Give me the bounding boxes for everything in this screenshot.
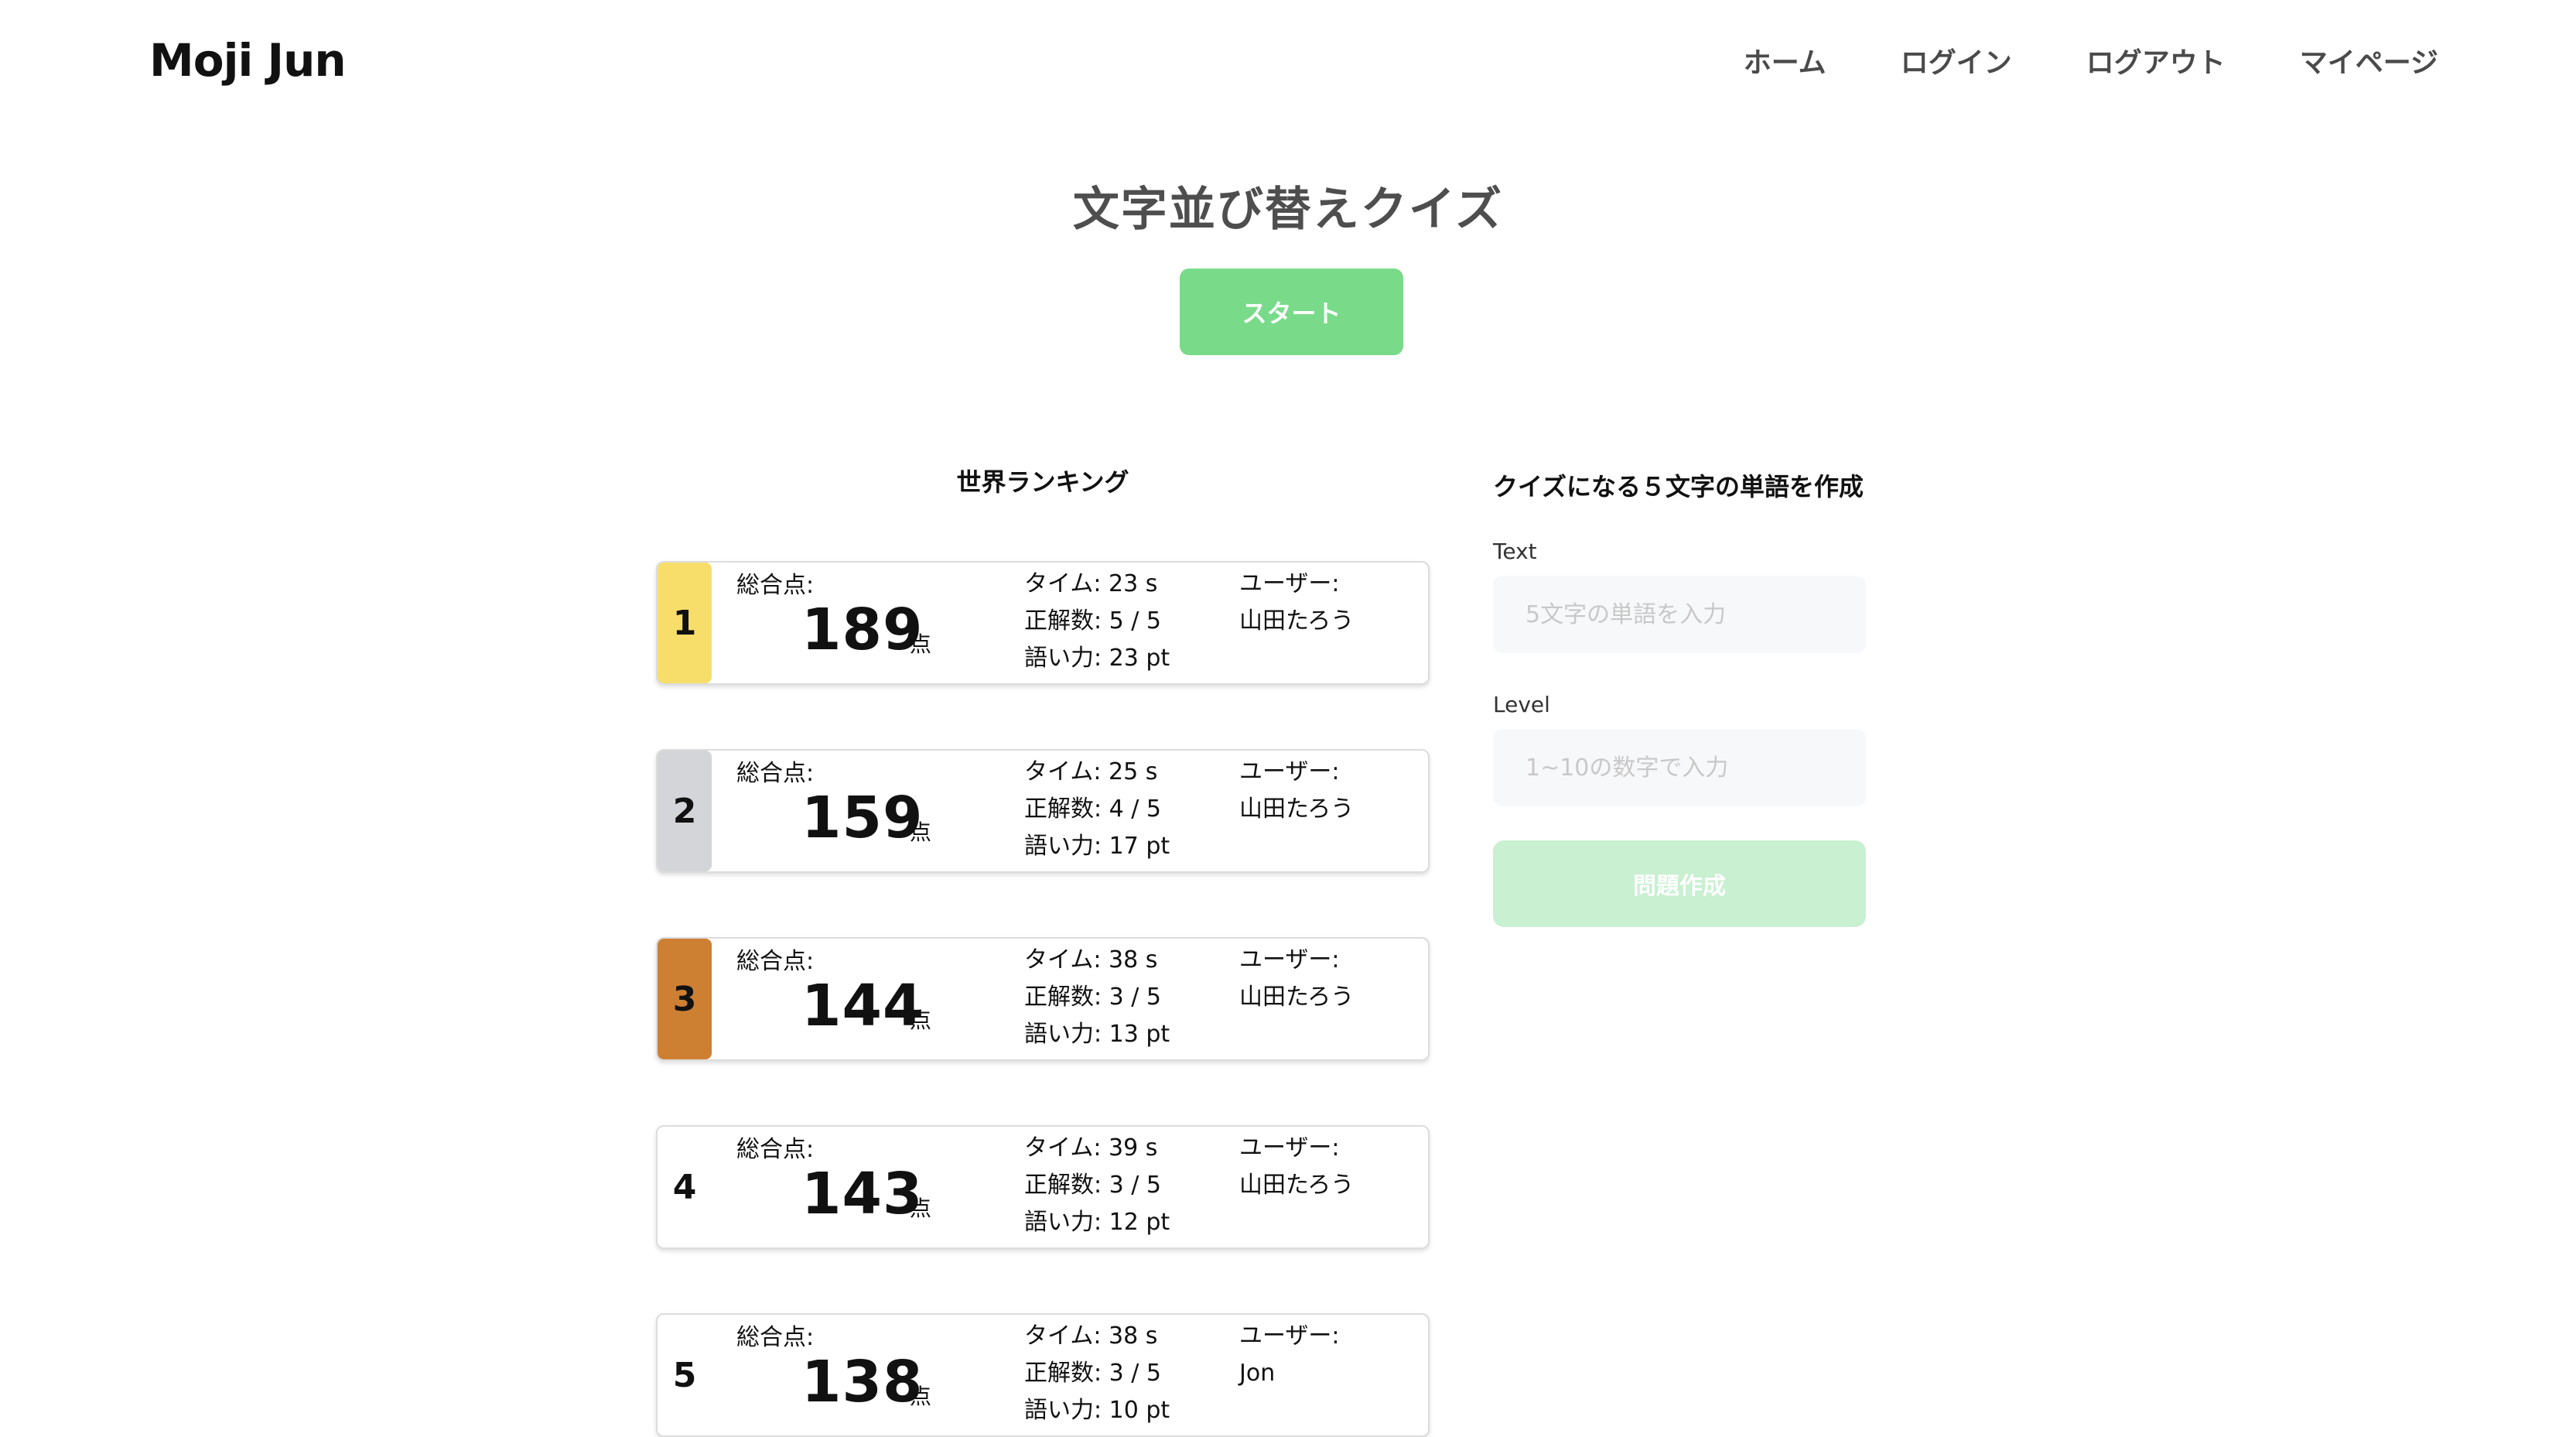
user-block: ユーザー: Jon	[1239, 1318, 1340, 1392]
nav-home-link[interactable]: ホーム	[1744, 40, 1826, 80]
ranking-card: 4 総合点: 143 点 タイム: 39 s 正解数: 3 / 5 語い力: 1…	[656, 1125, 1430, 1249]
correct-stat: 正解数: 4 / 5	[1024, 795, 1161, 823]
ranking-card: 1 総合点: 189 点 タイム: 23 s 正解数: 5 / 5 語い力: 2…	[656, 561, 1430, 685]
ranking-card: 2 総合点: 159 点 タイム: 25 s 正解数: 4 / 5 語い力: 1…	[656, 749, 1430, 873]
user-block: ユーザー: 山田たろう	[1239, 942, 1354, 1016]
score-unit: 点	[910, 1008, 932, 1033]
vocab-stat: 語い力: 23 pt	[1024, 645, 1170, 672]
total-score-value: 189	[801, 597, 924, 663]
user-block: ユーザー: 山田たろう	[1239, 566, 1354, 640]
score-unit: 点	[910, 1196, 932, 1221]
user-block: ユーザー: 山田たろう	[1239, 1130, 1354, 1204]
total-score-label: 総合点:	[736, 572, 815, 599]
stats-block: タイム: 25 s 正解数: 4 / 5 語い力: 17 pt	[1024, 754, 1170, 865]
level-input[interactable]	[1493, 729, 1866, 806]
user-label: ユーザー:	[1239, 946, 1340, 973]
user-label: ユーザー:	[1239, 570, 1340, 597]
user-block: ユーザー: 山田たろう	[1239, 754, 1354, 828]
vocab-stat: 語い力: 17 pt	[1024, 833, 1170, 860]
total-score-value: 144	[801, 973, 924, 1039]
stats-block: タイム: 23 s 正解数: 5 / 5 語い力: 23 pt	[1024, 566, 1170, 677]
word-text-input[interactable]	[1493, 576, 1866, 653]
user-name: 山田たろう	[1239, 607, 1355, 635]
score-unit: 点	[910, 631, 932, 657]
correct-stat: 正解数: 3 / 5	[1024, 1172, 1161, 1199]
vocab-stat: 語い力: 10 pt	[1024, 1397, 1170, 1424]
create-quiz-panel: クイズになる５文字の単語を作成 Text Level 問題作成	[1493, 467, 1866, 927]
ranking-card: 3 総合点: 144 点 タイム: 38 s 正解数: 3 / 5 語い力: 1…	[656, 937, 1430, 1061]
time-stat: タイム: 25 s	[1024, 758, 1158, 785]
ranking-heading: 世界ランキング	[956, 467, 1129, 497]
total-score-label: 総合点:	[736, 760, 815, 787]
nav-mypage-link[interactable]: マイページ	[2300, 40, 2438, 80]
time-stat: タイム: 23 s	[1024, 570, 1158, 597]
stats-block: タイム: 38 s 正解数: 3 / 5 語い力: 13 pt	[1024, 942, 1170, 1053]
user-name: Jon	[1239, 1360, 1276, 1387]
create-question-button[interactable]: 問題作成	[1493, 840, 1866, 927]
user-name: 山田たろう	[1239, 984, 1355, 1011]
total-score-label: 総合点:	[736, 1136, 815, 1163]
user-name: 山田たろう	[1239, 1172, 1355, 1199]
time-stat: タイム: 39 s	[1024, 1134, 1158, 1162]
rank-badge: 4	[658, 1127, 712, 1247]
total-score-value: 143	[801, 1161, 924, 1227]
create-quiz-heading: クイズになる５文字の単語を作成	[1493, 472, 1864, 501]
time-stat: タイム: 38 s	[1024, 1322, 1158, 1350]
stats-block: タイム: 38 s 正解数: 3 / 5 語い力: 10 pt	[1024, 1318, 1170, 1429]
rank-badge: 5	[658, 1315, 712, 1435]
vocab-stat: 語い力: 12 pt	[1024, 1209, 1170, 1236]
correct-stat: 正解数: 3 / 5	[1024, 1360, 1161, 1387]
correct-stat: 正解数: 3 / 5	[1024, 984, 1161, 1011]
nav-login-link[interactable]: ログイン	[1901, 40, 2012, 80]
total-score-label: 総合点:	[736, 1324, 815, 1351]
stats-block: タイム: 39 s 正解数: 3 / 5 語い力: 12 pt	[1024, 1130, 1170, 1241]
main-nav: ホーム ログイン ログアウト マイページ	[1744, 40, 2438, 80]
rank-badge: 2	[658, 751, 712, 871]
start-button[interactable]: スタート	[1180, 269, 1403, 355]
user-name: 山田たろう	[1239, 795, 1355, 823]
rank-badge: 3	[658, 939, 712, 1059]
ranking-card: 5 総合点: 138 点 タイム: 38 s 正解数: 3 / 5 語い力: 1…	[656, 1313, 1430, 1437]
brand-logo[interactable]: Moji Jun	[149, 34, 347, 87]
total-score-value: 159	[801, 785, 924, 851]
user-label: ユーザー:	[1239, 1134, 1340, 1162]
user-label: ユーザー:	[1239, 1322, 1340, 1350]
page-title: 文字並び替えクイズ	[1072, 183, 1504, 237]
score-unit: 点	[910, 819, 932, 845]
time-stat: タイム: 38 s	[1024, 946, 1158, 973]
text-field-label: Text	[1493, 539, 1537, 564]
user-label: ユーザー:	[1239, 758, 1340, 785]
vocab-stat: 語い力: 13 pt	[1024, 1021, 1170, 1048]
level-field-label: Level	[1493, 692, 1550, 717]
score-unit: 点	[910, 1384, 932, 1409]
rank-badge: 1	[658, 563, 712, 683]
nav-logout-link[interactable]: ログアウト	[2086, 40, 2226, 80]
total-score-label: 総合点:	[736, 948, 815, 975]
total-score-value: 138	[801, 1349, 924, 1415]
correct-stat: 正解数: 5 / 5	[1024, 607, 1161, 635]
